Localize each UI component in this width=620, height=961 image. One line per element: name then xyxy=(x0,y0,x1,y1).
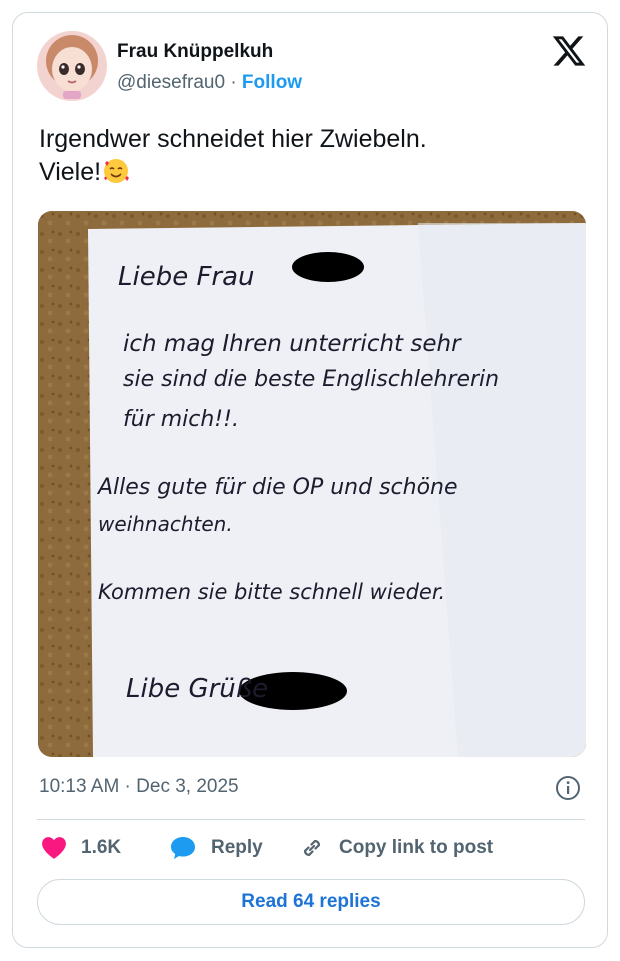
read-replies-button[interactable]: Read 64 replies xyxy=(37,879,585,925)
note-line2: ich mag Ihren unterricht sehr xyxy=(123,331,462,357)
heart-icon xyxy=(41,836,67,860)
copy-link-label: Copy link to post xyxy=(339,837,494,858)
follow-button[interactable]: Follow xyxy=(242,72,302,93)
author-handle[interactable]: @diesefrau0 xyxy=(117,72,225,93)
tweet-photo[interactable]: Liebe Frau ich mag Ihren unterricht sehr… xyxy=(38,211,586,757)
info-icon[interactable] xyxy=(555,775,581,801)
author-name[interactable]: Frau Knüppelkuh xyxy=(117,41,273,63)
reply-button[interactable]: Reply xyxy=(169,833,263,863)
smiling-face-with-hearts-icon xyxy=(101,156,131,195)
reply-label: Reply xyxy=(211,837,263,858)
x-logo-icon[interactable] xyxy=(551,33,587,69)
tweet-text-line1: Irgendwer schneidet hier Zwiebeln. xyxy=(39,125,427,153)
tweet-text: Irgendwer schneidet hier Zwiebeln. Viele… xyxy=(39,123,579,195)
handle-separator: · xyxy=(230,72,237,93)
tweet-card: Frau Knüppelkuh @diesefrau0 · Follow Irg… xyxy=(12,12,608,948)
likes-count: 1.6K xyxy=(81,837,122,858)
redaction-top xyxy=(292,252,364,282)
copy-link-button[interactable]: Copy link to post xyxy=(299,833,493,863)
divider xyxy=(37,819,585,820)
timestamp[interactable]: 10:13 AM · Dec 3, 2025 xyxy=(39,776,239,798)
note-line7: Kommen sie bitte schnell wieder. xyxy=(98,580,445,604)
note-line8: Libe Grüße xyxy=(126,674,268,704)
note-line5: Alles gute für die OP und schöne xyxy=(96,475,458,500)
speech-bubble-icon xyxy=(169,835,197,861)
avatar[interactable] xyxy=(37,31,107,101)
note-line4: für mich!!. xyxy=(123,407,239,432)
link-icon xyxy=(299,835,325,861)
note-line3: sie sind die beste Englischlehrerin xyxy=(123,367,499,392)
note-line6: weihnachten. xyxy=(98,512,233,536)
author-handle-row: @diesefrau0 · Follow xyxy=(117,72,302,94)
tweet-text-line2: Viele! xyxy=(39,158,102,186)
like-button[interactable]: 1.6K xyxy=(41,833,121,863)
note-line1: Liebe Frau xyxy=(118,262,255,292)
